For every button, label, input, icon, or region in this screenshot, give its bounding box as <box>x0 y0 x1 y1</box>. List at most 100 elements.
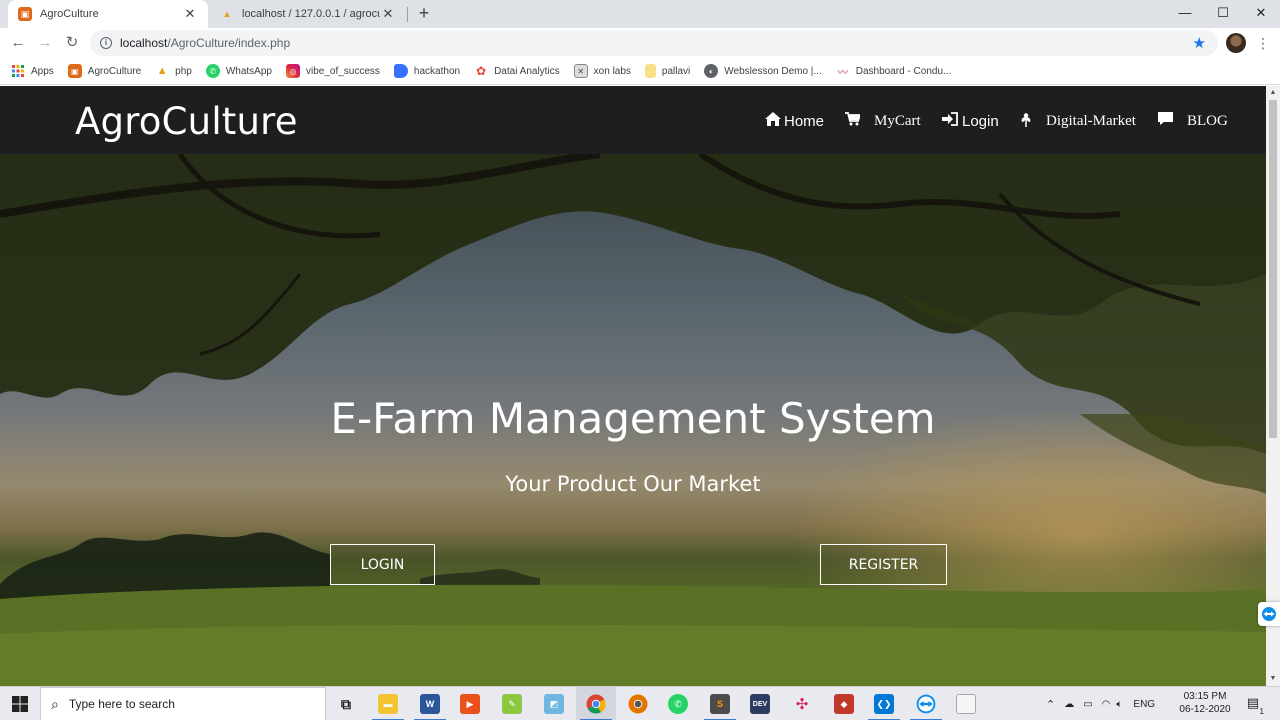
slack-icon[interactable]: ✣ <box>782 687 822 720</box>
tab-separator <box>407 7 408 22</box>
dashboard-icon: 〰 <box>837 67 848 79</box>
bookmark-vibe-of-success[interactable]: ◎ vibe_of_success <box>285 64 380 78</box>
login-icon <box>942 112 959 130</box>
games-icon[interactable]: ◆ <box>824 687 864 720</box>
chevron-up-icon[interactable]: ⌃ <box>1046 698 1055 711</box>
bookmark-apps[interactable]: Apps <box>11 64 54 78</box>
file-explorer-icon[interactable]: ▬ <box>368 687 408 720</box>
whatsapp-icon[interactable]: ✆ <box>658 687 698 720</box>
agroculture-favicon-icon: ▣ <box>67 64 82 78</box>
windows-taskbar: ⌕ Type here to search ⧉ ▬ W ▶ ✎ ◩ ✆ S DE… <box>0 686 1280 720</box>
bookmark-dashboard[interactable]: 〰 Dashboard - Condu... <box>836 64 952 79</box>
bookmark-label: vibe_of_success <box>305 65 380 77</box>
task-view-icon[interactable]: ⧉ <box>326 687 366 720</box>
tab-agroculture[interactable]: ▣ AgroCulture ✕ <box>8 0 208 28</box>
bookmark-label: Datai Analytics <box>494 65 560 77</box>
clock-date: 06-12-2020 <box>1179 704 1231 715</box>
scroll-up-arrow-icon[interactable]: ▲ <box>1266 86 1280 100</box>
login-button[interactable]: LOGIN <box>330 544 435 585</box>
vscode-icon[interactable]: ❮❯ <box>864 687 904 720</box>
register-button[interactable]: REGISTER <box>820 544 947 585</box>
menu-kebab-icon[interactable]: ⋮ <box>1256 34 1270 52</box>
language-indicator[interactable]: ENG <box>1133 699 1155 710</box>
speaker-icon[interactable]: 🔈︎ <box>1116 699 1122 710</box>
teamviewer-taskbar-icon[interactable] <box>906 687 946 720</box>
reload-icon[interactable]: ↻ <box>61 32 83 54</box>
address-bar[interactable]: i localhost/AgroCulture/index.php ★ <box>90 30 1218 56</box>
bookmark-datai-analytics[interactable]: ✿ Datai Analytics <box>474 64 560 78</box>
bookmark-php[interactable]: ▲ php <box>155 64 192 78</box>
url-path: /AgroCulture/index.php <box>167 36 291 50</box>
close-window-button[interactable]: ✕ <box>1242 0 1280 28</box>
bookmark-pallavi[interactable]: pallavi <box>644 64 691 78</box>
bookmark-label: php <box>175 65 192 77</box>
notepad-plus-icon[interactable]: ✎ <box>492 687 532 720</box>
search-placeholder: Type here to search <box>68 697 175 711</box>
teamviewer-side-widget[interactable] <box>1258 602 1280 626</box>
bookmark-hackathon[interactable]: hackathon <box>393 64 460 78</box>
maximize-button[interactable]: ☐ <box>1204 0 1242 28</box>
back-arrow-icon[interactable]: ← <box>7 32 29 54</box>
tab-title: AgroCulture <box>40 8 99 20</box>
site-brand[interactable]: AgroCulture <box>75 100 298 143</box>
bookmark-label: WhatsApp <box>225 65 272 77</box>
nav-login[interactable]: Login <box>942 110 999 132</box>
bookmark-agroculture[interactable]: ▣ AgroCulture <box>67 64 142 78</box>
bookmark-star-icon[interactable]: ★ <box>1193 34 1206 52</box>
whatsapp-icon: ✆ <box>205 64 220 78</box>
bookmark-label: AgroCulture <box>87 65 142 77</box>
agroculture-favicon-icon: ▣ <box>18 7 32 21</box>
scrollbar-thumb[interactable] <box>1269 100 1277 438</box>
dev-cpp-icon[interactable]: DEV <box>740 687 780 720</box>
battery-icon[interactable]: ▭ <box>1083 699 1092 710</box>
web-page: AgroCulture Home MyCart Login Digital-Ma… <box>0 86 1266 686</box>
windows-start-button[interactable] <box>0 687 40 720</box>
phpmyadmin-favicon-icon: ▲ <box>222 9 232 19</box>
paint-icon[interactable]: ◩ <box>534 687 574 720</box>
sublime-text-icon[interactable]: S <box>700 687 740 720</box>
forward-arrow-icon[interactable]: → <box>34 32 56 54</box>
nav-mycart[interactable]: MyCart <box>845 110 921 132</box>
bookmark-label: pallavi <box>661 65 691 77</box>
nav-label: Home <box>784 112 825 130</box>
tab-phpmyadmin[interactable]: ▲ localhost / 127.0.0.1 / agroculture ✕ <box>210 0 406 28</box>
bookmarks-bar: Apps ▣ AgroCulture ▲ php ✆ WhatsApp ◎ vi… <box>0 58 1280 85</box>
info-icon[interactable]: i <box>100 37 112 49</box>
nav-label: Login <box>962 112 999 130</box>
notification-count: 1 <box>1259 707 1264 716</box>
close-tab-icon[interactable]: ✕ <box>380 6 396 22</box>
nav-blog[interactable]: BLOG <box>1158 110 1228 132</box>
chrome-icon[interactable] <box>576 687 616 720</box>
site-header: AgroCulture Home MyCart Login Digital-Ma… <box>0 86 1266 154</box>
browser-tab-strip: ▣ AgroCulture ✕ ▲ localhost / 127.0.0.1 … <box>0 0 1280 28</box>
hero-subtitle: Your Product Our Market <box>505 472 761 496</box>
teamviewer-icon <box>916 694 936 714</box>
cart-icon <box>845 112 862 130</box>
nav-digital-market[interactable]: Digital-Market <box>1020 110 1136 132</box>
taskbar-search-box[interactable]: ⌕ Type here to search <box>40 687 326 720</box>
notes-icon[interactable] <box>946 687 986 720</box>
new-tab-button[interactable]: + <box>414 3 434 23</box>
wifi-icon[interactable]: ◠ <box>1102 699 1111 710</box>
chrome-canary-icon[interactable] <box>618 687 658 720</box>
bookmark-xon-labs[interactable]: ✕ xon labs <box>573 64 631 78</box>
close-tab-icon[interactable]: ✕ <box>182 6 198 22</box>
onedrive-cloud-icon[interactable]: ☁ <box>1064 699 1074 710</box>
bookmark-webslesson[interactable]: ◐ Webslesson Demo |... <box>704 64 822 78</box>
profile-avatar[interactable] <box>1226 33 1246 53</box>
bookmark-whatsapp[interactable]: ✆ WhatsApp <box>205 64 272 78</box>
system-clock[interactable]: 03:15 PM 06-12-2020 <box>1172 690 1238 716</box>
chrome-logo-icon <box>586 694 606 714</box>
url-text[interactable]: localhost/AgroCulture/index.php <box>120 36 290 50</box>
page-scrollbar[interactable]: ▲ ▼ <box>1266 86 1280 686</box>
word-icon[interactable]: W <box>410 687 450 720</box>
nav-home[interactable]: Home <box>765 110 824 132</box>
media-player-icon[interactable]: ▶ <box>450 687 490 720</box>
bookmark-label: Webslesson Demo |... <box>724 65 822 77</box>
bookmark-label: Dashboard - Condu... <box>855 65 952 77</box>
action-center-icon[interactable]: ▤ 1 <box>1244 695 1264 716</box>
bookmark-label: Apps <box>31 65 54 77</box>
scroll-down-arrow-icon[interactable]: ▼ <box>1266 672 1280 686</box>
minimize-button[interactable]: — <box>1166 0 1204 28</box>
xonlabs-icon: ✕ <box>573 64 588 78</box>
